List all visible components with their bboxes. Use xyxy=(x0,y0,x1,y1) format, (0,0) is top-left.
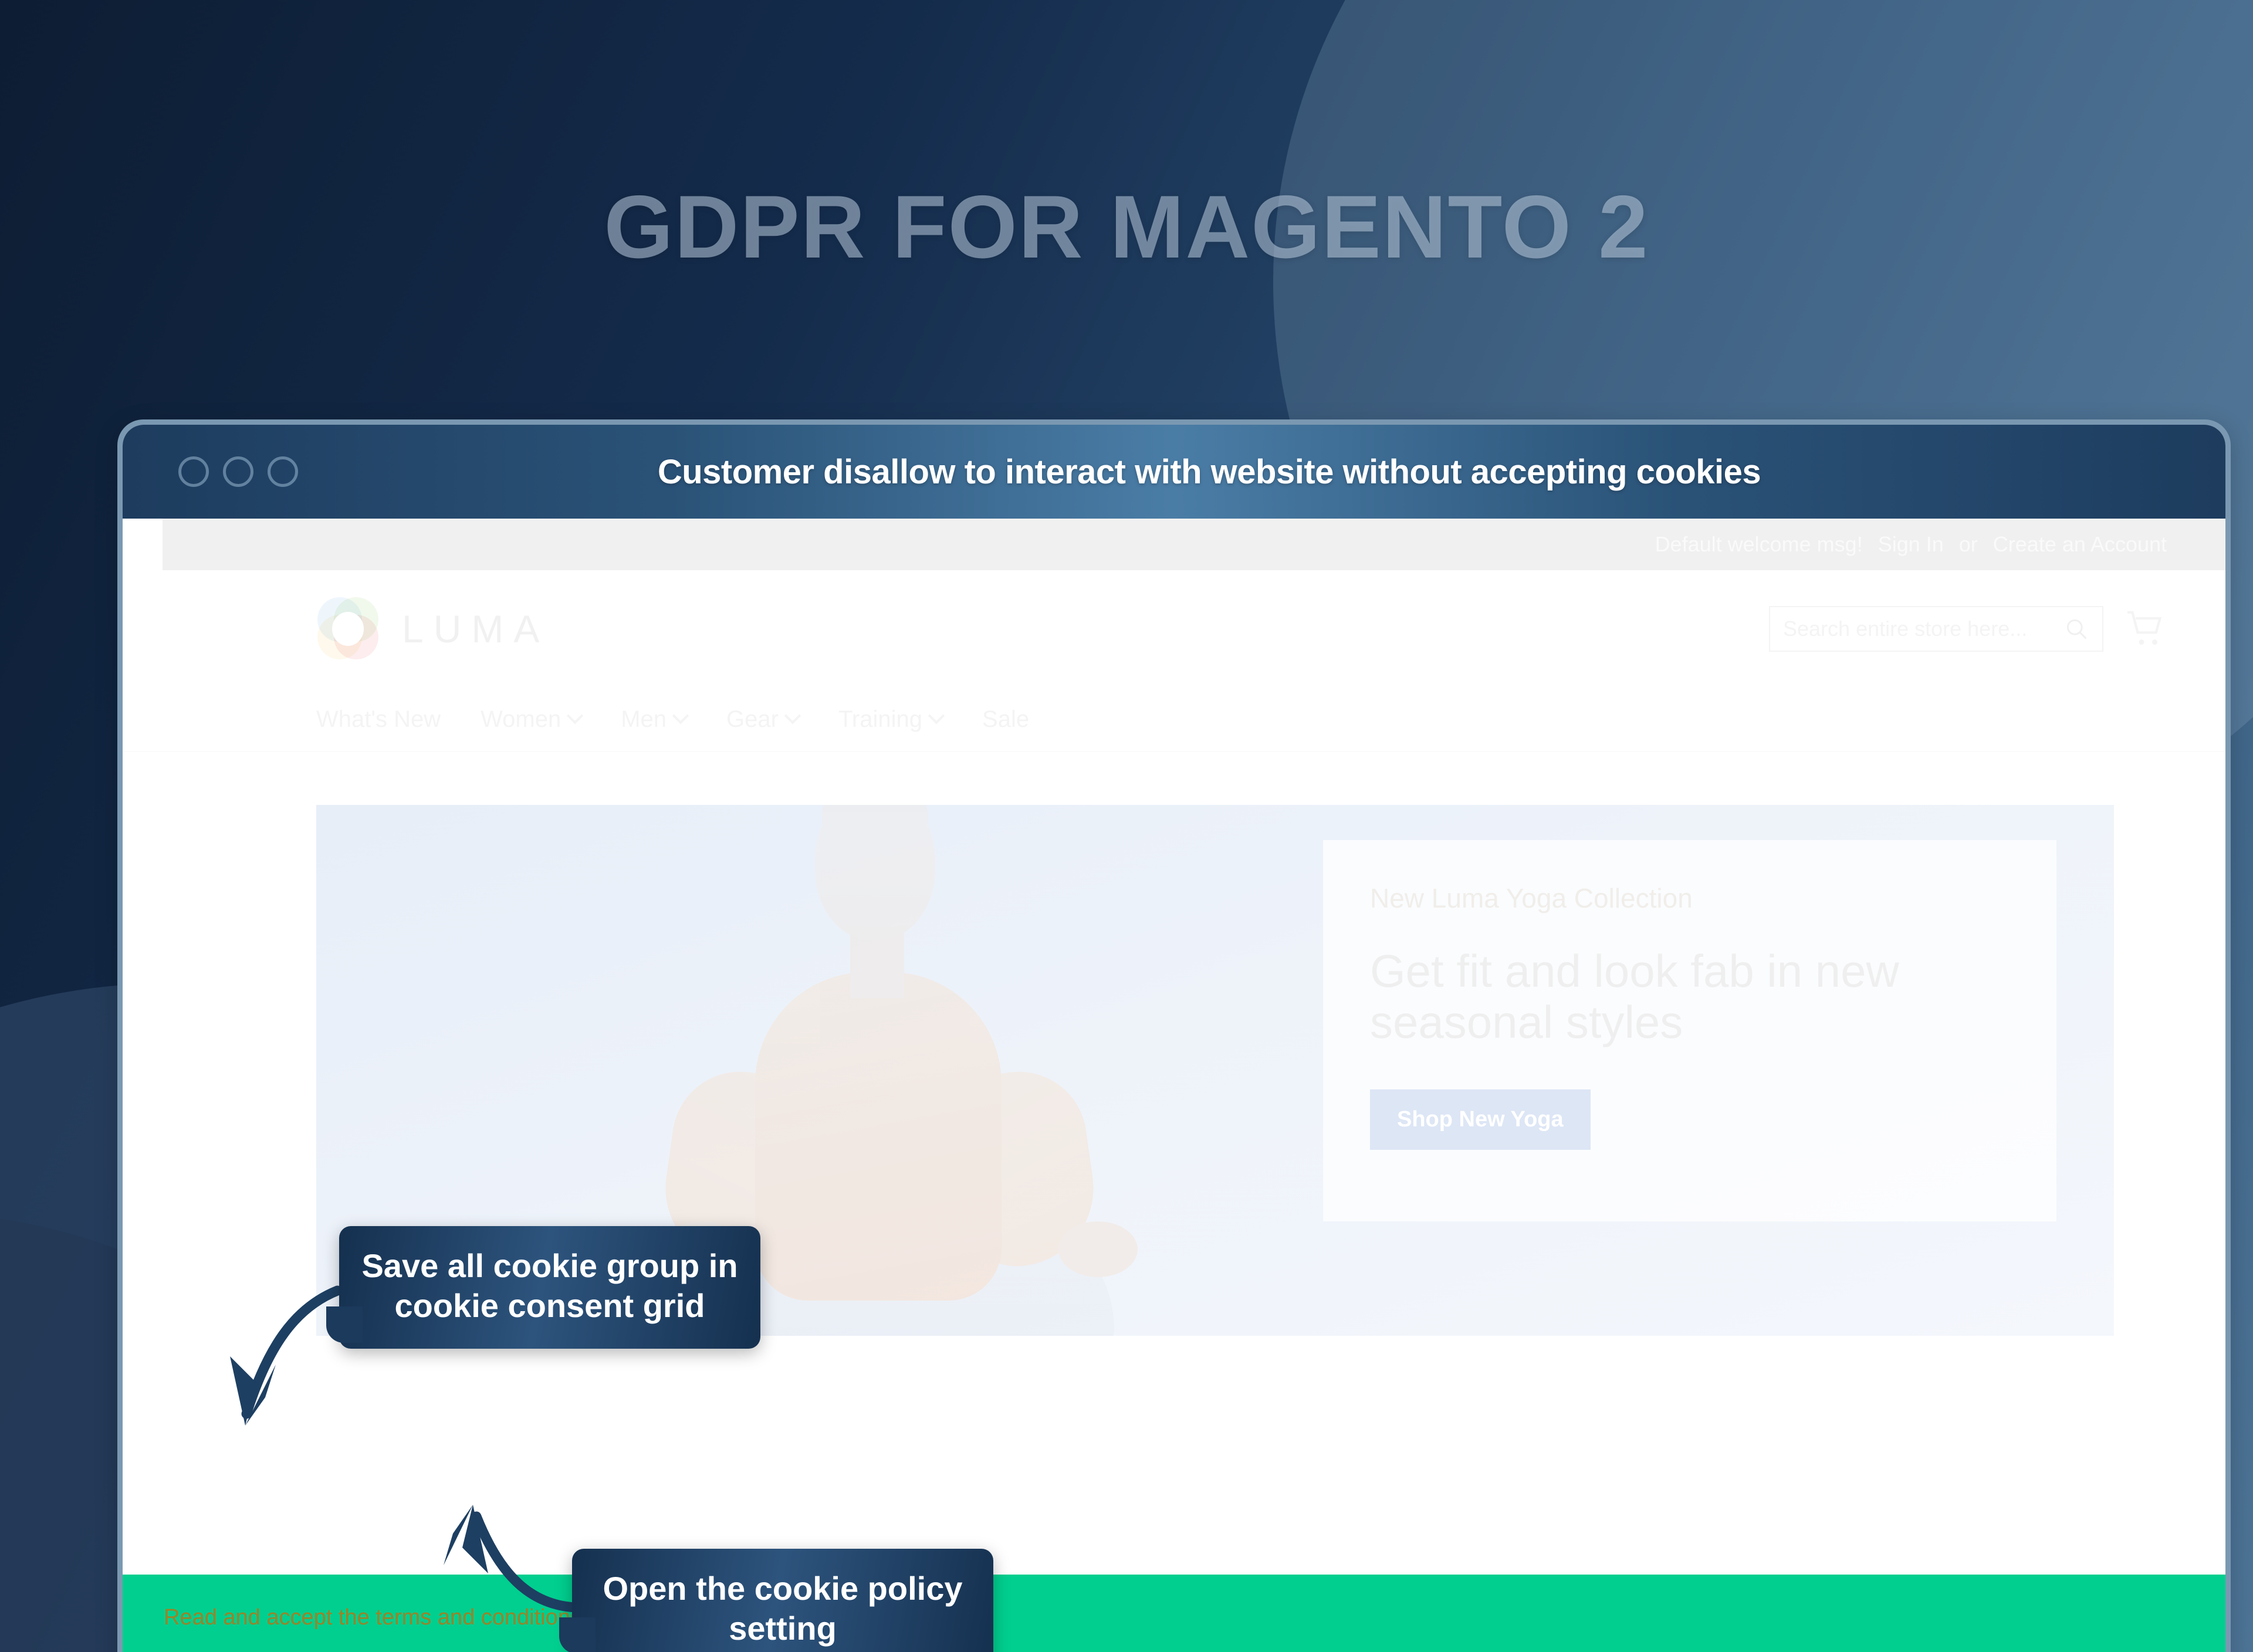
nav-item-whats-new[interactable]: What's New xyxy=(316,706,441,733)
nav-item-women[interactable]: Women xyxy=(481,706,584,733)
browser-titlebar: Customer disallow to interact with websi… xyxy=(123,425,2225,519)
chevron-down-icon xyxy=(928,707,945,725)
window-controls xyxy=(178,456,298,487)
nav-label: Men xyxy=(621,706,667,732)
hero-title: Get fit and look fab in new seasonal sty… xyxy=(1370,945,1899,1048)
nav-item-sale[interactable]: Sale xyxy=(982,706,1029,733)
search-input[interactable]: Search entire store here... xyxy=(1769,606,2103,652)
annotation-callout-open: Open the cookie policy setting xyxy=(559,1549,993,1652)
nav-label: Sale xyxy=(982,706,1030,732)
search-icon[interactable] xyxy=(2063,616,2089,642)
callout-tail xyxy=(326,1306,363,1343)
nav-label: Training xyxy=(838,706,923,732)
annotation-callout-save-text: Save all cookie group in cookie consent … xyxy=(361,1247,738,1325)
luma-logo[interactable]: LUMA xyxy=(316,597,549,661)
create-account-link[interactable]: Create an Account xyxy=(1993,532,2167,557)
nav-label: Women xyxy=(481,706,561,732)
browser-window-title: Customer disallow to interact with websi… xyxy=(657,452,1761,491)
luma-logo-icon xyxy=(316,597,380,661)
annotation-callout-save: Save all cookie group in cookie consent … xyxy=(326,1226,760,1349)
nav-label: What's New xyxy=(316,706,441,732)
annotation-callout-open-text: Open the cookie policy setting xyxy=(603,1570,963,1647)
nav-item-training[interactable]: Training xyxy=(838,706,945,733)
sign-in-link[interactable]: Sign In xyxy=(1878,532,1944,557)
search-placeholder: Search entire store here... xyxy=(1783,617,2028,641)
nav-item-gear[interactable]: Gear xyxy=(726,706,801,733)
nav-label: Gear xyxy=(726,706,779,732)
welcome-message: Default welcome msg! xyxy=(1655,532,1863,556)
browser-window-inner: Customer disallow to interact with websi… xyxy=(123,425,2225,1652)
close-icon[interactable] xyxy=(178,456,209,487)
cookie-banner-message: Read and accept the terms and conditions xyxy=(164,1605,581,1630)
chevron-down-icon xyxy=(567,707,584,725)
callout-tail xyxy=(559,1617,596,1652)
store-header: LUMA Search entire store here... xyxy=(123,570,2225,688)
maximize-icon[interactable] xyxy=(268,456,298,487)
minimize-icon[interactable] xyxy=(223,456,253,487)
header-right-tools: Search entire store here... xyxy=(1769,606,2167,652)
cookie-consent-banner: Read and accept the terms and conditions… xyxy=(123,1575,2225,1652)
page-title: GDPR FOR MAGENTO 2 xyxy=(604,177,1649,277)
chevron-down-icon xyxy=(784,707,801,725)
browser-window: Customer disallow to interact with websi… xyxy=(117,419,2231,1652)
welcome-separator: or xyxy=(1958,532,1978,556)
chevron-down-icon xyxy=(672,707,689,725)
shopping-cart-icon[interactable] xyxy=(2125,611,2167,647)
storefront-page: Default welcome msg! Sign In or Create a… xyxy=(123,519,2225,1652)
hero-eyebrow: New Luma Yoga Collection xyxy=(1370,883,1693,913)
welcome-bar: Default welcome msg! Sign In or Create a… xyxy=(163,519,2225,570)
shop-new-yoga-button[interactable]: Shop New Yoga xyxy=(1370,1089,1591,1150)
hero-text-card: New Luma Yoga Collection Get fit and loo… xyxy=(1323,840,2056,1221)
nav-item-men[interactable]: Men xyxy=(621,706,689,733)
luma-logo-text: LUMA xyxy=(402,607,550,651)
main-navigation: What's New Women Men Gear Training Sale xyxy=(123,688,2225,752)
